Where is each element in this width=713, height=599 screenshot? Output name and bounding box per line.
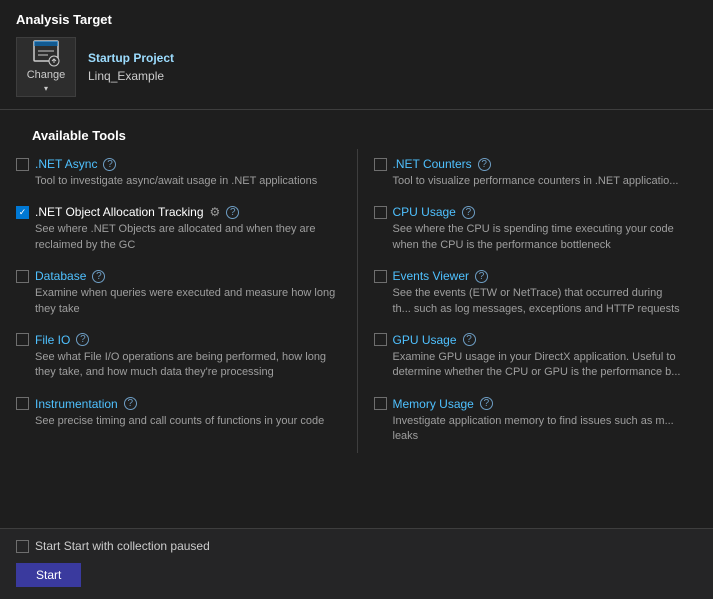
tool-file-io-checkbox[interactable] xyxy=(16,333,29,346)
tool-gpu-usage-desc: Examine GPU usage in your DirectX applic… xyxy=(374,350,682,381)
start-button[interactable]: Start xyxy=(16,563,81,587)
tool-net-counters-header: .NET Counters ? xyxy=(374,157,682,171)
analysis-target-section: Analysis Target Change ▾ xyxy=(0,0,713,109)
page-wrapper: Analysis Target Change ▾ xyxy=(0,0,713,599)
tool-cpu-usage-desc: See where the CPU is spending time execu… xyxy=(374,222,682,253)
tool-file-io: File IO ? See what File I/O operations a… xyxy=(16,325,357,389)
tool-memory-usage-checkbox[interactable] xyxy=(374,397,387,410)
tool-net-object-allocation-desc: See where .NET Objects are allocated and… xyxy=(16,222,341,253)
tools-right-column: .NET Counters ? Tool to visualize perfor… xyxy=(357,149,698,453)
tool-instrumentation-name: Instrumentation xyxy=(35,397,118,411)
collection-paused-checkbox[interactable] xyxy=(16,540,29,553)
tool-net-object-allocation: .NET Object Allocation Tracking ⚙ ? See … xyxy=(16,197,357,261)
tool-gpu-usage-help-icon[interactable]: ? xyxy=(463,333,476,346)
tool-database-desc: Examine when queries were executed and m… xyxy=(16,286,341,317)
tool-net-object-allocation-help-icon[interactable]: ? xyxy=(226,206,239,219)
tool-file-io-desc: See what File I/O operations are being p… xyxy=(16,350,341,381)
tool-net-counters-name: .NET Counters xyxy=(393,157,472,171)
tool-cpu-usage-checkbox[interactable] xyxy=(374,206,387,219)
tool-file-io-name: File IO xyxy=(35,333,70,347)
tool-database-checkbox[interactable] xyxy=(16,270,29,283)
tool-cpu-usage-name: CPU Usage xyxy=(393,205,456,219)
tool-instrumentation-help-icon[interactable]: ? xyxy=(124,397,137,410)
project-name: Linq_Example xyxy=(88,69,174,83)
tool-net-async-checkbox[interactable] xyxy=(16,158,29,171)
tool-gpu-usage-header: GPU Usage ? xyxy=(374,333,682,347)
tool-net-object-allocation-checkbox[interactable] xyxy=(16,206,29,219)
tool-events-viewer: Events Viewer ? See the events (ETW or N… xyxy=(357,261,698,325)
bottom-section: Start Start with collection paused Start xyxy=(0,528,713,599)
collection-paused-label-text: Start with collection paused xyxy=(64,539,210,553)
tool-memory-usage-name: Memory Usage xyxy=(393,397,474,411)
tool-instrumentation: Instrumentation ? See precise timing and… xyxy=(16,389,357,437)
change-target-label: Change ▾ xyxy=(27,69,66,95)
change-target-arrow: ▾ xyxy=(44,84,48,93)
tool-events-viewer-header: Events Viewer ? xyxy=(374,269,682,283)
tool-net-object-allocation-header: .NET Object Allocation Tracking ⚙ ? xyxy=(16,205,341,219)
tool-cpu-usage-help-icon[interactable]: ? xyxy=(462,206,475,219)
tool-net-async-name: .NET Async xyxy=(35,157,97,171)
analysis-target-header: Analysis Target xyxy=(16,12,697,27)
tool-net-async-header: .NET Async ? xyxy=(16,157,341,171)
tool-net-async-desc: Tool to investigate async/await usage in… xyxy=(16,174,341,189)
tool-memory-usage-desc: Investigate application memory to find i… xyxy=(374,414,682,445)
tool-cpu-usage-header: CPU Usage ? xyxy=(374,205,682,219)
available-tools-title: Available Tools xyxy=(16,118,697,149)
tool-database-header: Database ? xyxy=(16,269,341,283)
tools-left-column: .NET Async ? Tool to investigate async/a… xyxy=(16,149,357,453)
tool-net-async: .NET Async ? Tool to investigate async/a… xyxy=(16,149,357,197)
tool-memory-usage-header: Memory Usage ? xyxy=(374,397,682,411)
tool-instrumentation-desc: See precise timing and call counts of fu… xyxy=(16,414,341,429)
tool-gpu-usage-checkbox[interactable] xyxy=(374,333,387,346)
tool-database: Database ? Examine when queries were exe… xyxy=(16,261,357,325)
project-type-label: Startup Project xyxy=(88,51,174,65)
tool-memory-usage: Memory Usage ? Investigate application m… xyxy=(357,389,698,453)
tool-gpu-usage: GPU Usage ? Examine GPU usage in your Di… xyxy=(357,325,698,389)
target-info: Startup Project Linq_Example xyxy=(88,51,174,83)
gear-icon[interactable]: ⚙ xyxy=(210,205,221,219)
tool-file-io-header: File IO ? xyxy=(16,333,341,347)
tool-net-counters-help-icon[interactable]: ? xyxy=(478,158,491,171)
tool-net-counters: .NET Counters ? Tool to visualize perfor… xyxy=(357,149,698,197)
tool-events-viewer-name: Events Viewer xyxy=(393,269,469,283)
tool-events-viewer-checkbox[interactable] xyxy=(374,270,387,283)
tool-net-counters-checkbox[interactable] xyxy=(374,158,387,171)
tool-instrumentation-checkbox[interactable] xyxy=(16,397,29,410)
tool-database-name: Database xyxy=(35,269,86,283)
available-tools-section: Available Tools .NET Async ? Tool to inv… xyxy=(0,110,713,453)
collection-paused-row: Start Start with collection paused xyxy=(16,539,697,553)
tools-grid: .NET Async ? Tool to investigate async/a… xyxy=(16,149,697,453)
tool-gpu-usage-name: GPU Usage xyxy=(393,333,457,347)
target-row: Change ▾ Startup Project Linq_Example xyxy=(16,37,697,97)
tool-events-viewer-desc: See the events (ETW or NetTrace) that oc… xyxy=(374,286,682,317)
tool-events-viewer-help-icon[interactable]: ? xyxy=(475,270,488,283)
tool-file-io-help-icon[interactable]: ? xyxy=(76,333,89,346)
tool-instrumentation-header: Instrumentation ? xyxy=(16,397,341,411)
change-target-button[interactable]: Change ▾ xyxy=(16,37,76,97)
tool-memory-usage-help-icon[interactable]: ? xyxy=(480,397,493,410)
target-icon-image xyxy=(32,39,60,67)
tool-cpu-usage: CPU Usage ? See where the CPU is spendin… xyxy=(357,197,698,261)
collection-paused-label: Start Start with collection paused xyxy=(35,539,210,553)
tool-net-async-help-icon[interactable]: ? xyxy=(103,158,116,171)
tool-net-counters-desc: Tool to visualize performance counters i… xyxy=(374,174,682,189)
tool-database-help-icon[interactable]: ? xyxy=(92,270,105,283)
tool-net-object-allocation-name: .NET Object Allocation Tracking xyxy=(35,205,204,219)
main-content: Analysis Target Change ▾ xyxy=(0,0,713,533)
